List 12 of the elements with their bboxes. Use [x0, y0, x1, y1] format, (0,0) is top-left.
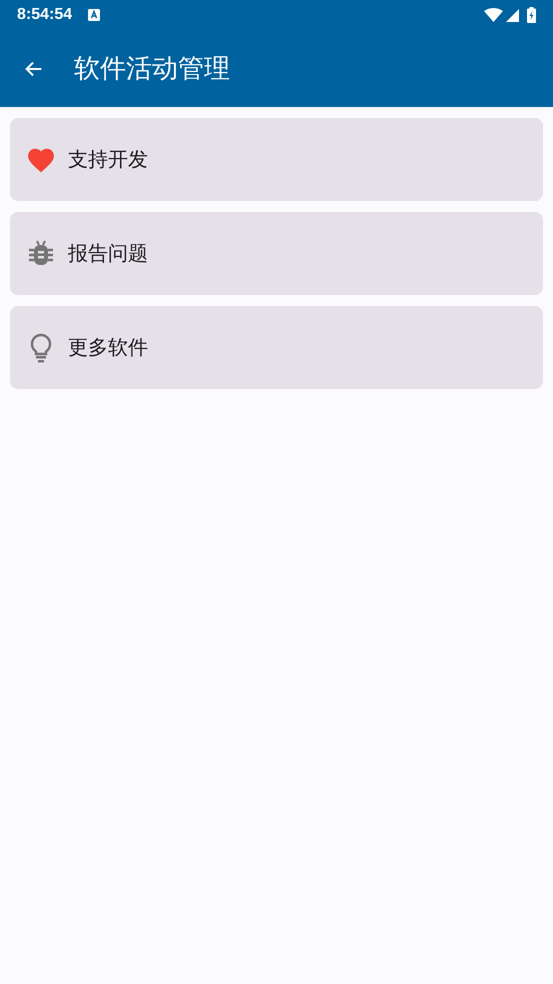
menu-item[interactable]: 更多软件: [10, 306, 543, 389]
lightbulb-icon: [30, 332, 52, 362]
bug-icon: [29, 240, 53, 267]
keyboard-icon: [88, 9, 100, 21]
app-bar-title: 软件活动管理: [74, 52, 230, 85]
wifi-icon: [484, 8, 503, 22]
heart-icon: [26, 146, 56, 173]
status-time: 8:54:54: [17, 5, 72, 25]
menu-item[interactable]: 报告问题: [10, 212, 543, 295]
menu-item[interactable]: 支持开发: [10, 118, 543, 201]
battery-icon: [527, 7, 536, 23]
signal-icon: [506, 8, 519, 22]
